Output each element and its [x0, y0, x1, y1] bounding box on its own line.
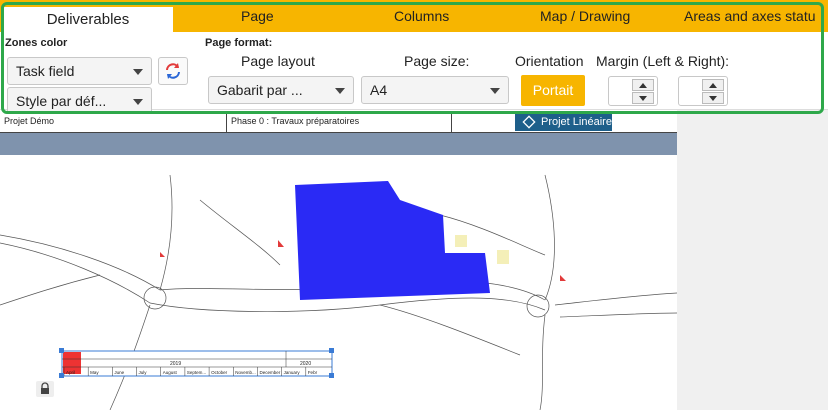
timeline-year-1: 2019	[170, 361, 181, 367]
timeline-month-label: Novemb...	[235, 370, 256, 375]
page-layout-select[interactable]: Gabarit par ...	[208, 76, 354, 104]
refresh-icon	[166, 63, 180, 79]
timeline-month-label: August	[163, 370, 178, 375]
timeline-month-label: May	[90, 370, 99, 375]
roundabout-east	[526, 294, 550, 318]
building-minor	[455, 235, 467, 247]
timeline-month-label: December	[259, 370, 280, 375]
tab-deliverables[interactable]: Deliverables	[3, 7, 173, 32]
marker-red	[160, 252, 165, 257]
timeline-month-label: July	[139, 370, 148, 375]
tab-map-drawing[interactable]: Map / Drawing	[540, 8, 630, 32]
project-type-badge[interactable]: Projet Linéaire	[515, 113, 612, 131]
building-minor	[497, 250, 509, 264]
tab-areas-axes-status[interactable]: Areas and axes statu	[684, 8, 816, 32]
chevron-down-icon	[335, 88, 345, 94]
ribbon-tabbar: Deliverables Page Columns Map / Drawing …	[0, 0, 828, 32]
refresh-button[interactable]	[158, 57, 188, 85]
marker-red	[560, 275, 566, 281]
margin-right-input[interactable]	[683, 80, 693, 102]
zones-field-value: Task field	[16, 63, 75, 79]
timeline-year-2: 2020	[300, 361, 311, 367]
page-layout-value: Gabarit par ...	[217, 82, 303, 98]
page-margin-band	[0, 133, 677, 155]
page-size-value: A4	[370, 82, 388, 98]
timeline-month-label: Septem...	[187, 370, 206, 375]
map-drawing: 2019 2020 April May June July August Septem..…	[0, 174, 677, 410]
spinner-up-button[interactable]	[702, 79, 724, 91]
timeline-legend[interactable]: 2019 2020 April May June July August Septem..…	[59, 348, 334, 378]
spinner-down-button[interactable]	[702, 92, 724, 104]
page-format-label: Page format:	[205, 37, 273, 49]
margin-label: Margin (Left & Right):	[596, 53, 730, 69]
phase-cell: Phase 0 : Travaux préparatoires	[226, 113, 451, 133]
timeline-month-label: October	[211, 370, 228, 375]
zones-style-select[interactable]: Style par déf...	[7, 87, 152, 115]
zones-field-select[interactable]: Task field	[7, 57, 152, 85]
chevron-down-icon	[490, 88, 500, 94]
margin-left-spinner[interactable]	[608, 76, 658, 106]
project-name-cell: Projet Démo	[4, 116, 55, 126]
margin-left-input[interactable]	[613, 80, 623, 102]
timeline-month-label: June	[114, 370, 124, 375]
tab-columns[interactable]: Columns	[394, 8, 449, 32]
lock-icon[interactable]	[36, 381, 54, 397]
orientation-label: Orientation	[515, 53, 584, 69]
project-type-icon	[522, 115, 536, 129]
page-layout-label: Page layout	[241, 53, 315, 69]
orientation-button[interactable]: Portait	[521, 75, 585, 106]
chevron-down-icon	[133, 99, 143, 105]
timeline-month-label: Febr	[308, 370, 318, 375]
page-size-label: Page size:	[404, 53, 470, 69]
tab-page[interactable]: Page	[241, 8, 274, 32]
lock-glyph	[41, 382, 49, 394]
app-window: Deliverables Page Columns Map / Drawing …	[0, 0, 828, 410]
marker-red	[278, 240, 284, 247]
zones-color-label: Zones color	[5, 37, 68, 49]
spinner-down-button[interactable]	[632, 92, 654, 104]
side-panel	[677, 110, 828, 410]
page-size-select[interactable]: A4	[361, 76, 509, 104]
spinner-up-button[interactable]	[632, 79, 654, 91]
timeline-month-label: April	[66, 370, 75, 375]
zones-style-value: Style par déf...	[16, 93, 107, 109]
chevron-down-icon	[133, 69, 143, 75]
timeline-month-label: January	[284, 370, 301, 375]
project-type-label: Projet Linéaire	[541, 116, 612, 128]
roundabout-west	[143, 286, 167, 310]
margin-right-spinner[interactable]	[678, 76, 728, 106]
